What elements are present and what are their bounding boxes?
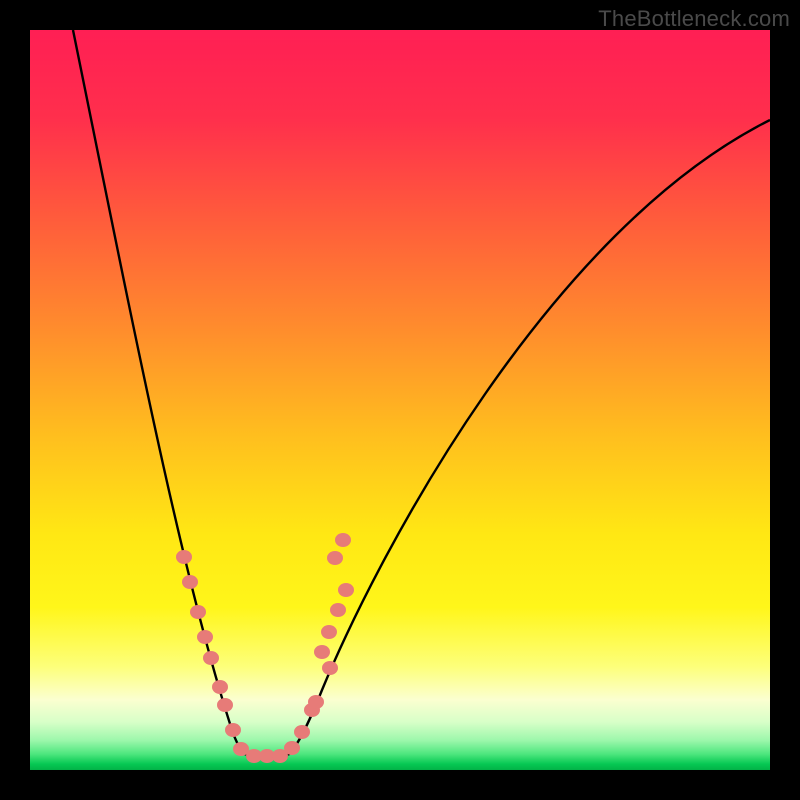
chart-frame [30,30,770,770]
marker-dot [284,741,300,755]
marker-dot [335,533,351,547]
marker-dot [330,603,346,617]
marker-dot [197,630,213,644]
marker-dot [322,661,338,675]
marker-group [176,533,354,763]
marker-dot [314,645,330,659]
marker-dot [182,575,198,589]
marker-dot [203,651,219,665]
curve-right-branch [288,120,770,755]
curve-layer [30,30,770,770]
marker-dot [294,725,310,739]
marker-dot [190,605,206,619]
marker-dot [225,723,241,737]
marker-dot [308,695,324,709]
curve-left-branch [73,30,246,755]
marker-dot [217,698,233,712]
marker-dot [327,551,343,565]
marker-dot [212,680,228,694]
marker-dot [321,625,337,639]
watermark-text: TheBottleneck.com [598,6,790,32]
marker-dot [338,583,354,597]
marker-dot [176,550,192,564]
